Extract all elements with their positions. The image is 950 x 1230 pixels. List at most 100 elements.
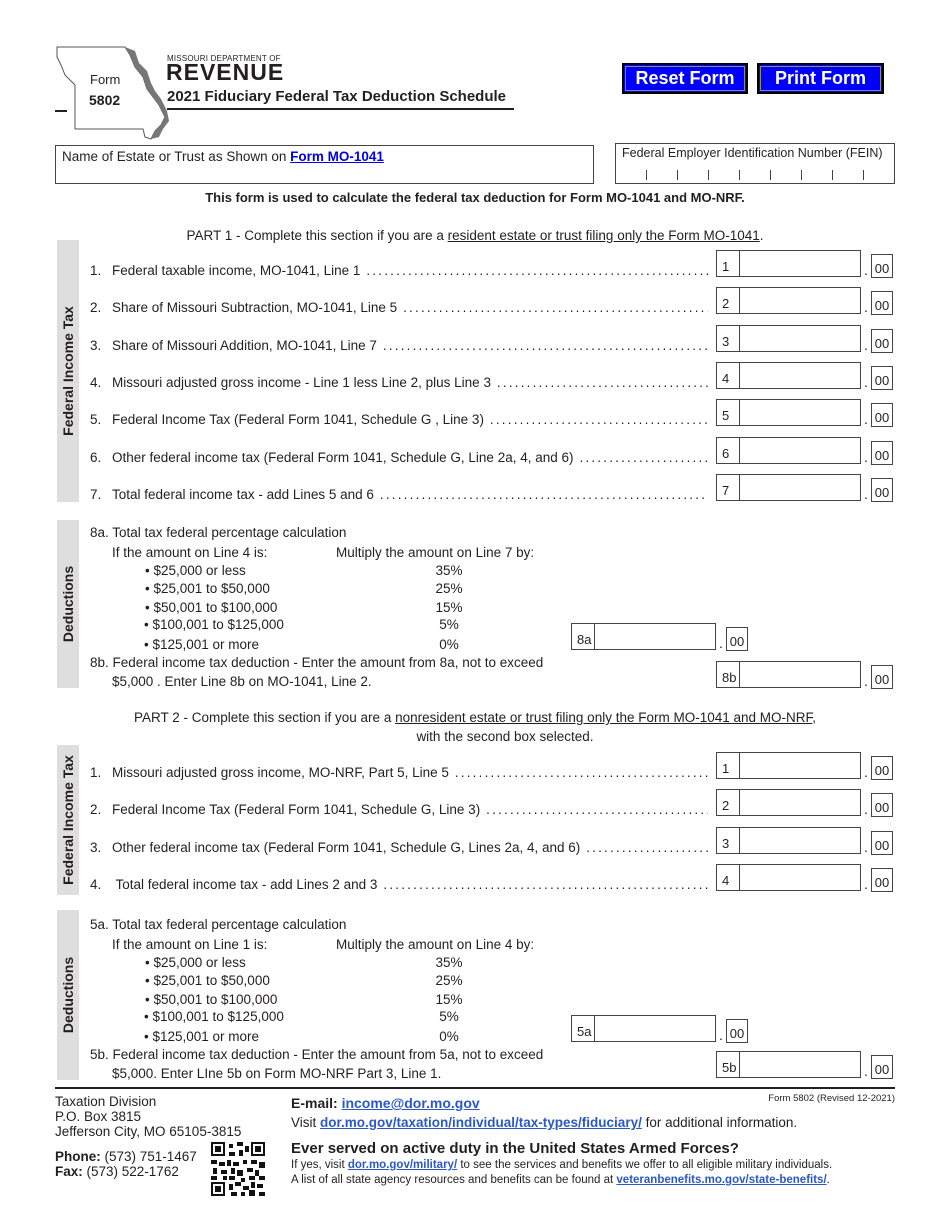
line-description: Federal taxable income, MO-1041, Line 1 <box>112 263 361 278</box>
part1-line-1-amount-box[interactable]: 1 <box>716 250 861 277</box>
print-form-button[interactable]: Print Form <box>757 63 884 94</box>
part2-if-label: If the amount on Line 1 is: <box>112 937 268 952</box>
part2-line-3-amount-box[interactable]: 3 <box>716 826 861 854</box>
part1-line-2-decimal-point: . <box>864 299 868 316</box>
line-description: Other federal income tax (Federal Form 1… <box>112 449 574 465</box>
form-mo-1041-link[interactable]: Form MO-1041 <box>290 149 384 164</box>
part1-line-a-cents-box[interactable]: 00 <box>726 627 748 651</box>
military-text: If yes, visit <box>291 1159 348 1171</box>
part1-federal-income-tax-tab: Federal Income Tax <box>57 240 79 502</box>
part1-line-2-cents-box[interactable]: 00 <box>871 291 893 316</box>
part1-line-a-decimal-point: . <box>719 635 723 651</box>
part2-line-1-amount-input[interactable] <box>741 753 860 778</box>
part2-line-2-decimal-point: . <box>864 801 868 818</box>
veteran-benefits-link[interactable]: veteranbenefits.mo.gov/state-benefits/ <box>616 1174 826 1186</box>
part1-line-1-amount-input[interactable] <box>741 251 860 276</box>
estate-name-label: Name of Estate or Trust as Shown on <box>62 149 291 164</box>
part1-line-3-amount-box[interactable]: 3 <box>716 324 861 352</box>
part2-line-1-box-label: 1 <box>717 753 740 778</box>
part1-line-3-amount-input[interactable] <box>741 325 860 351</box>
dot-leader: ........................................… <box>496 374 708 390</box>
part2-bracket-percent: 15% <box>435 992 463 1007</box>
address-line: P.O. Box 3815 <box>55 1109 142 1124</box>
part1-line-7-amount-input[interactable] <box>741 474 860 500</box>
part1-line-5-amount-box[interactable]: 5 <box>716 399 861 427</box>
part2-line-1-amount-box[interactable]: 1 <box>716 752 861 779</box>
part1-line-row: 7. Total federal income tax - add Lines 5… <box>90 487 708 502</box>
part1-if-label: If the amount on Line 4 is: <box>112 545 268 560</box>
part2-line-3-box-label: 3 <box>717 827 740 853</box>
part1-line-7-decimal-point: . <box>864 485 868 502</box>
part1-heading-underlined: resident estate or trust filing only the… <box>447 228 760 243</box>
part1-line-6-amount-input[interactable] <box>741 437 860 463</box>
part1-line-5-cents-box[interactable]: 00 <box>871 403 893 428</box>
fein-field[interactable]: Federal Employer Identification Number (… <box>615 143 895 184</box>
part2-line-2-amount-box[interactable]: 2 <box>716 789 861 817</box>
line-description: Share of Missouri Addition, MO-1041, Lin… <box>112 337 377 353</box>
part1-line-1-cents-box[interactable]: 00 <box>871 254 893 278</box>
part1-line-7-amount-box[interactable]: 7 <box>716 473 861 501</box>
line-number: 5. <box>90 412 102 428</box>
part1-line-b-amount-box[interactable]: 8b <box>716 661 861 688</box>
part1-line-row: 6. Other federal income tax (Federal Form… <box>90 450 708 465</box>
dot-leader: ........................................… <box>379 486 708 502</box>
part1-line-6-cents-box[interactable]: 00 <box>871 440 893 465</box>
reset-form-button[interactable]: Reset Form <box>622 63 748 94</box>
part1-line-6-decimal-point: . <box>864 448 868 465</box>
part2-line-a-amount-input[interactable] <box>596 1016 715 1041</box>
email-link[interactable]: income@dor.mo.gov <box>342 1095 480 1111</box>
part1-line-2-box-label: 2 <box>717 288 740 314</box>
part1-line-3-cents-box[interactable]: 00 <box>871 328 893 353</box>
part2-bracket-percent: 0% <box>439 1029 459 1044</box>
part2-multiply-label: Multiply the amount on Line 4 by: <box>336 937 535 952</box>
part2-line-2-cents-box[interactable]: 00 <box>871 793 893 818</box>
part1-line-a-amount-input[interactable] <box>596 624 715 649</box>
part1-line-6-amount-box[interactable]: 6 <box>716 436 861 464</box>
part1-line-5-amount-input[interactable] <box>741 400 860 426</box>
part2-line-3-cents-box[interactable]: 00 <box>871 830 893 855</box>
part2-line-2-amount-input[interactable] <box>741 790 860 816</box>
part1-bracket-percent: 35% <box>435 563 463 578</box>
part2-line-4-amount-input[interactable] <box>741 864 860 890</box>
part1-line-b-decimal-point: . <box>864 673 868 689</box>
part1-deduction-b-line1: 8b. Federal income tax deduction - Enter… <box>90 655 544 670</box>
estate-name-field[interactable]: Name of Estate or Trust as Shown on Form… <box>55 145 594 184</box>
title-divider <box>167 108 514 110</box>
part2-line-b-decimal-point: . <box>864 1063 868 1079</box>
part2-line-4-cents-box[interactable]: 00 <box>871 867 893 892</box>
contact-numbers: Phone: (573) 751-1467 Fax: (573) 522-176… <box>55 1149 197 1179</box>
line-description: Share of Missouri Subtraction, MO-1041, … <box>112 300 398 316</box>
fax-label: Fax: <box>55 1164 83 1179</box>
part2-line-2-box-label: 2 <box>717 790 740 816</box>
part1-line-b-box-label: 8b <box>717 662 740 687</box>
fiduciary-info-link[interactable]: dor.mo.gov/taxation/individual/tax-types… <box>320 1115 642 1130</box>
part1-line-2-amount-box[interactable]: 2 <box>716 287 861 315</box>
part2-line-a-decimal-point: . <box>719 1027 723 1043</box>
line-number: 4. <box>90 876 102 892</box>
part1-line-b-amount-input[interactable] <box>741 662 860 687</box>
dot-leader: ........................................… <box>383 876 708 892</box>
part2-line-4-amount-box[interactable]: 4 <box>716 863 861 891</box>
part1-line-4-amount-box[interactable]: 4 <box>716 361 861 389</box>
part2-line-a-cents-box[interactable]: 00 <box>726 1019 748 1043</box>
line-description: Federal Income Tax (Federal Form 1041, S… <box>112 802 481 818</box>
part1-line-a-amount-box[interactable]: 8a <box>571 623 716 650</box>
part2-line-b-amount-box[interactable]: 5b <box>716 1051 861 1078</box>
part2-line-3-amount-input[interactable] <box>741 827 860 853</box>
visit-text-end: for additional information. <box>641 1115 798 1130</box>
part2-line-b-cents-box[interactable]: 00 <box>871 1055 893 1079</box>
part2-line-a-amount-box[interactable]: 5a <box>571 1015 716 1042</box>
part1-line-4-amount-input[interactable] <box>741 362 860 388</box>
part1-line-2-amount-input[interactable] <box>741 288 860 314</box>
dash-mark <box>55 110 67 112</box>
part1-line-b-cents-box[interactable]: 00 <box>871 665 893 689</box>
part1-line-4-cents-box[interactable]: 00 <box>871 365 893 390</box>
part2-line-1-cents-box[interactable]: 00 <box>871 756 893 780</box>
visit-line: Visit dor.mo.gov/taxation/individual/tax… <box>291 1115 797 1130</box>
part2-line-b-amount-input[interactable] <box>741 1052 860 1077</box>
part1-line-7-cents-box[interactable]: 00 <box>871 477 893 502</box>
military-text-end: to see the services and benefits we offe… <box>457 1159 833 1171</box>
military-link[interactable]: dor.mo.gov/military/ <box>348 1159 457 1171</box>
page-title: 2021 Fiduciary Federal Tax Deduction Sch… <box>167 88 507 105</box>
part1-deduction-title: 8a. Total tax federal percentage calcula… <box>90 525 347 540</box>
